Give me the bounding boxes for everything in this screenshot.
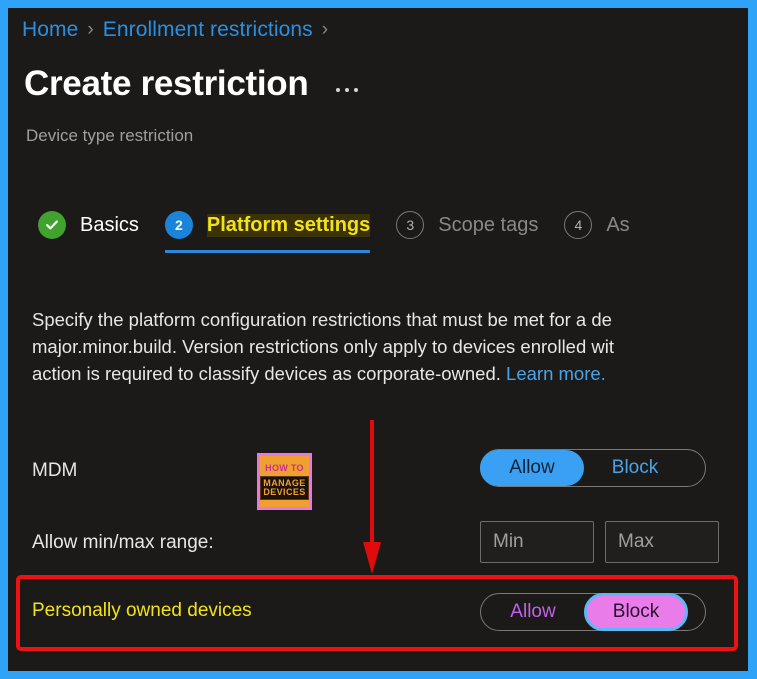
personally-owned-block-option[interactable]: Block	[584, 593, 688, 631]
logo-box: MANAGE DEVICES	[260, 475, 309, 500]
personally-owned-allow-option[interactable]: Allow	[481, 594, 585, 630]
max-version-input[interactable]	[605, 521, 719, 563]
page-subtitle: Device type restriction	[26, 126, 194, 145]
setting-label-min-max-range: Allow min/max range:	[32, 532, 214, 553]
tab-scope-tags-label: Scope tags	[438, 213, 539, 236]
step-number-badge: 4	[564, 211, 593, 239]
breadcrumb-separator-icon: ›	[321, 19, 329, 40]
mdm-block-option[interactable]: Block	[583, 450, 687, 486]
platform-settings-description: Specify the platform configuration restr…	[32, 306, 748, 387]
setting-row-personally-owned-devices: Personally owned devices	[32, 600, 252, 622]
step-number-badge: 2	[164, 211, 193, 239]
breadcrumb-item-home[interactable]: Home	[22, 18, 78, 42]
description-line-3-text: action is required to classify devices a…	[32, 363, 507, 384]
mdm-allow-option[interactable]: Allow	[480, 450, 584, 486]
dot	[354, 87, 359, 92]
tab-basics-label: Basics	[80, 213, 139, 236]
description-line-2: major.minor.build. Version restrictions …	[32, 336, 615, 357]
personally-owned-allow-block-toggle[interactable]: Allow Block	[480, 593, 706, 631]
setting-label-personally-owned-devices: Personally owned devices	[32, 600, 252, 621]
check-circle-icon	[38, 211, 66, 239]
tab-platform-settings-label: Platform settings	[206, 213, 371, 237]
title-row: Create restriction	[24, 64, 359, 103]
description-line-3: action is required to classify devices a…	[32, 360, 748, 387]
logo-line-1: HOW TO	[265, 462, 304, 473]
breadcrumb-item-enrollment-restrictions[interactable]: Enrollment restrictions	[103, 18, 313, 42]
wizard-steps: Basics 2 Platform settings 3 Scope tags …	[38, 211, 656, 253]
mdm-allow-block-toggle[interactable]: Allow Block	[480, 449, 706, 487]
dot	[345, 87, 350, 92]
dot	[336, 87, 341, 92]
tab-assignments-label: As	[606, 213, 630, 236]
screenshot-frame: Home › Enrollment restrictions › Create …	[0, 0, 757, 679]
logo-line-3: DEVICES	[263, 486, 306, 497]
tab-assignments[interactable]: 4 As	[564, 211, 630, 253]
howtomanagedevices-logo: HOW TO MANAGE DEVICES	[257, 453, 312, 510]
min-version-input[interactable]	[480, 521, 594, 563]
description-line-1: Specify the platform configuration restr…	[32, 309, 612, 330]
min-max-inputs	[480, 521, 719, 563]
learn-more-link[interactable]: Learn more.	[506, 363, 606, 384]
page-title: Create restriction	[24, 64, 309, 103]
step-number-badge: 3	[396, 211, 425, 239]
active-tab-underline	[164, 250, 371, 253]
more-options-icon[interactable]	[336, 87, 359, 92]
azure-portal-blade: Home › Enrollment restrictions › Create …	[8, 8, 748, 671]
breadcrumb-separator-icon: ›	[87, 19, 94, 40]
breadcrumb: Home › Enrollment restrictions ›	[22, 18, 337, 42]
setting-label-mdm: MDM	[32, 460, 78, 481]
tab-platform-settings[interactable]: 2 Platform settings	[164, 211, 371, 253]
tab-basics[interactable]: Basics	[38, 211, 139, 253]
tab-scope-tags[interactable]: 3 Scope tags	[396, 211, 538, 253]
